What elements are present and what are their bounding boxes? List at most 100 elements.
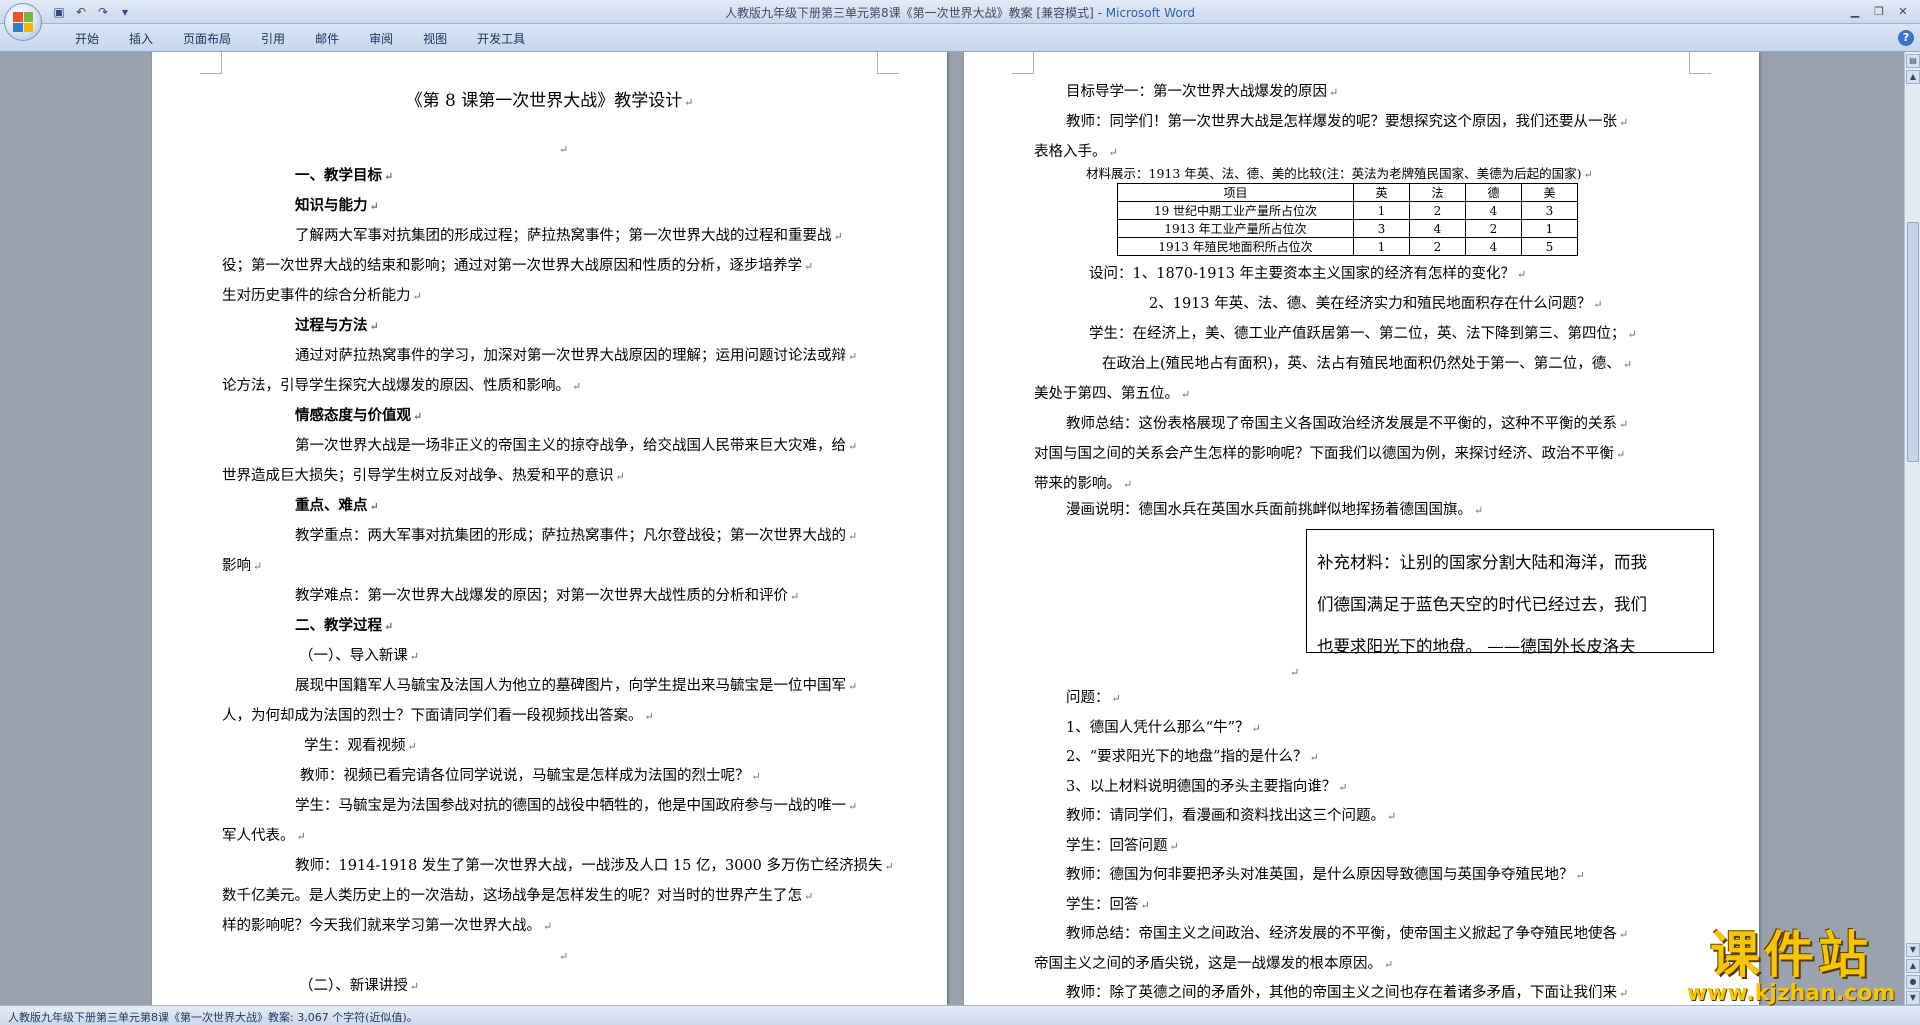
scroll-up-icon[interactable]: ▲	[1906, 70, 1920, 84]
tab-mailings[interactable]: 邮件	[300, 30, 354, 48]
empty-paragraph: ↵	[557, 139, 568, 160]
scroll-down-icon[interactable]: ▼	[1906, 943, 1920, 957]
paragraph-line: 教师：除了英德之间的矛盾外，其他的帝国主义之间也存在着诸多矛盾，下面让我们来 ↵	[1066, 985, 1629, 1001]
paragraph-mark-icon: ↵	[1251, 721, 1261, 735]
tab-references[interactable]: 引用	[246, 30, 300, 48]
margin-corner-mark	[1689, 52, 1711, 74]
table-cell: 4	[1465, 237, 1522, 256]
ruler-toggle-icon[interactable]: ▤	[1906, 54, 1920, 68]
table-cell: 19 世纪中期工业产量所占位次	[1117, 201, 1354, 220]
section-heading: 一、教学目标 ↵	[295, 167, 394, 184]
paragraph-mark-icon: ↵	[1329, 86, 1339, 99]
paragraph-mark-icon: ↵	[409, 980, 419, 993]
select-browse-object-icon[interactable]: ●	[1906, 975, 1920, 989]
box-text-line: 也要求阳光下的地盘。 ——德国外长皮洛夫	[1317, 637, 1636, 656]
box-text-line: 们德国满足于蓝色天空的时代已经过去，我们	[1317, 595, 1647, 614]
paragraph-mark-icon: ↵	[1309, 751, 1319, 764]
margin-corner-mark	[1012, 52, 1034, 74]
table-row: 1913 年工业产量所占位次 3 4 2 1	[1117, 219, 1578, 238]
tab-insert[interactable]: 插入	[114, 30, 168, 48]
office-button[interactable]	[4, 3, 42, 41]
empty-paragraph: ↵	[557, 946, 568, 967]
paragraph-mark-icon: ↵	[413, 410, 423, 423]
paragraph-mark-icon: ↵	[384, 620, 394, 633]
paragraph-mark-icon: ↵	[848, 350, 858, 363]
close-icon[interactable]: ✕	[1892, 2, 1914, 20]
paragraph-mark-icon: ↵	[615, 470, 625, 483]
paragraph-mark-icon: ↵	[384, 170, 394, 183]
paragraph-line: 影响 ↵	[222, 558, 263, 574]
paragraph-line: 在政治上(殖民地占有面积)，英、法占有殖民地面积仍然处于第一、第二位，德、 ↵	[1102, 356, 1633, 372]
watermark-url: www.kjzhan.com	[1686, 981, 1896, 1006]
paragraph-mark-icon: ↵	[409, 650, 419, 663]
table-cell: 4	[1409, 219, 1466, 238]
paragraph-mark-icon: ↵	[1517, 268, 1527, 281]
paragraph-mark-icon: ↵	[751, 770, 761, 783]
paragraph-mark-icon: ↵	[848, 530, 858, 543]
paragraph-line: 人，为何却成为法国的烈士？下面请同学们看一段视频找出答案。 ↵	[222, 708, 654, 724]
paragraph-line: 教师：视频已看完请各位同学说说，马毓宝是怎样成为法国的烈士呢？ ↵	[300, 768, 761, 784]
paragraph-line: 教师总结：这份表格展现了帝国主义各国政治经济发展是不平衡的，这种不平衡的关系 ↵	[1066, 416, 1629, 432]
document-title: 人教版九年级下册第三单元第8课《第一次世界大战》教案 [兼容模式] -	[724, 6, 1106, 20]
tab-page-layout[interactable]: 页面布局	[168, 30, 246, 48]
paragraph-line: 漫画说明：德国水兵在英国水兵面前挑衅似地挥扬着德国国旗。 ↵	[1066, 502, 1484, 518]
table-cell: 1913 年工业产量所占位次	[1117, 219, 1354, 238]
tab-view[interactable]: 视图	[408, 30, 462, 48]
paragraph-line: （一）、导入新课 ↵	[299, 648, 419, 664]
paragraph-mark-icon: ↵	[1619, 116, 1629, 129]
paragraph-mark-icon: ↵	[1627, 328, 1637, 341]
table-header-cell: 德	[1465, 183, 1522, 202]
vertical-scrollbar[interactable]: ▤ ▲ ▼ ▲ ● ▼	[1904, 52, 1920, 1005]
tab-review[interactable]: 审阅	[354, 30, 408, 48]
ribbon-tabs-bar: 开始 插入 页面布局 引用 邮件 审阅 视图 开发工具 ?	[0, 24, 1920, 52]
section-heading: 重点、难点 ↵	[295, 497, 379, 514]
next-page-icon[interactable]: ▼	[1906, 991, 1920, 1005]
site-watermark: 课件站 www.kjzhan.com	[1676, 928, 1906, 1006]
scrollbar-thumb[interactable]	[1907, 222, 1919, 462]
section-heading: 知识与能力 ↵	[295, 197, 379, 214]
paragraph-mark-icon: ↵	[1616, 448, 1626, 461]
paragraph-mark-icon: ↵	[790, 590, 800, 603]
table-header-cell: 项目	[1117, 183, 1354, 202]
document-heading: 《第 8 课第一次世界大战》教学设计 ↵	[405, 91, 694, 111]
page-left: 《第 8 课第一次世界大战》教学设计 ↵ ↵ 一、教学目标 ↵ 知识与能力 ↵ 了解两大军事…	[152, 52, 947, 1005]
paragraph-line: 问题： ↵	[1066, 690, 1121, 706]
table-cell: 1	[1353, 201, 1410, 220]
previous-page-icon[interactable]: ▲	[1906, 959, 1920, 973]
paragraph-mark-icon: ↵	[804, 890, 814, 903]
paragraph-mark-icon: ↵	[1387, 810, 1397, 823]
table-row: 1913 年殖民地面积所占位次 1 2 4 5	[1117, 237, 1578, 256]
paragraph-line: 生对历史事件的综合分析能力 ↵	[222, 288, 422, 304]
paragraph-mark-icon: ↵	[1619, 987, 1629, 1000]
paragraph-mark-icon: ↵	[848, 800, 858, 813]
paragraph-line: 役；第一次世界大战的结束和影响；通过对第一次世界大战原因和性质的分析，逐步培养学…	[222, 258, 814, 274]
table-cell: 5	[1521, 237, 1578, 256]
help-icon[interactable]: ?	[1898, 30, 1914, 46]
minimize-icon[interactable]: ▁	[1844, 2, 1866, 20]
paragraph-line: 教师总结：帝国主义之间政治、经济发展的不平衡，使帝国主义掀起了争夺殖民地使各 ↵	[1066, 926, 1629, 942]
paragraph-mark-icon: ↵	[1338, 780, 1348, 794]
tab-home[interactable]: 开始	[60, 30, 114, 48]
table-header-cell: 法	[1409, 183, 1466, 202]
maximize-icon[interactable]: ❐	[1868, 2, 1890, 20]
paragraph-mark-icon: ↵	[1384, 957, 1394, 971]
paragraph-mark-icon: ↵	[1575, 869, 1585, 882]
table-cell: 3	[1353, 219, 1410, 238]
paragraph-line: （二）、新课讲授 ↵	[299, 978, 419, 994]
paragraph-line: 世界造成巨大损失；引导学生树立反对战争、热爱和平的意识 ↵	[222, 468, 625, 484]
table-cell: 1	[1521, 219, 1578, 238]
paragraph-mark-icon: ↵	[543, 920, 553, 933]
paragraph-mark-icon: ↵	[848, 440, 858, 453]
table-header-cell: 美	[1521, 183, 1578, 202]
paragraph-line: 设问：1、1870-1913 年主要资本主义国家的经济有怎样的变化？ ↵	[1089, 266, 1527, 282]
paragraph-line: 1、德国人凭什么那么“牛”？ ↵	[1066, 719, 1261, 736]
paragraph-mark-icon: ↵	[1108, 146, 1118, 159]
paragraph-mark-icon: ↵	[1111, 692, 1121, 705]
paragraph-mark-icon: ↵	[1290, 666, 1300, 679]
document-area: 《第 8 课第一次世界大战》教学设计 ↵ ↵ 一、教学目标 ↵ 知识与能力 ↵ 了解两大军事…	[0, 52, 1904, 1005]
paragraph-mark-icon: ↵	[833, 230, 843, 243]
paragraph-line: 教学重点：两大军事对抗集团的形成；萨拉热窝事件；凡尔登战役；第一次世界大战的 ↵	[295, 528, 858, 544]
paragraph-line: 美处于第四、第五位。 ↵	[1034, 386, 1191, 402]
comparison-table: 项目英法德美 19 世纪中期工业产量所占位次 1 2 4 3 1913 年工业产量所占位次 3…	[1117, 183, 1578, 256]
tab-developer[interactable]: 开发工具	[462, 30, 540, 48]
